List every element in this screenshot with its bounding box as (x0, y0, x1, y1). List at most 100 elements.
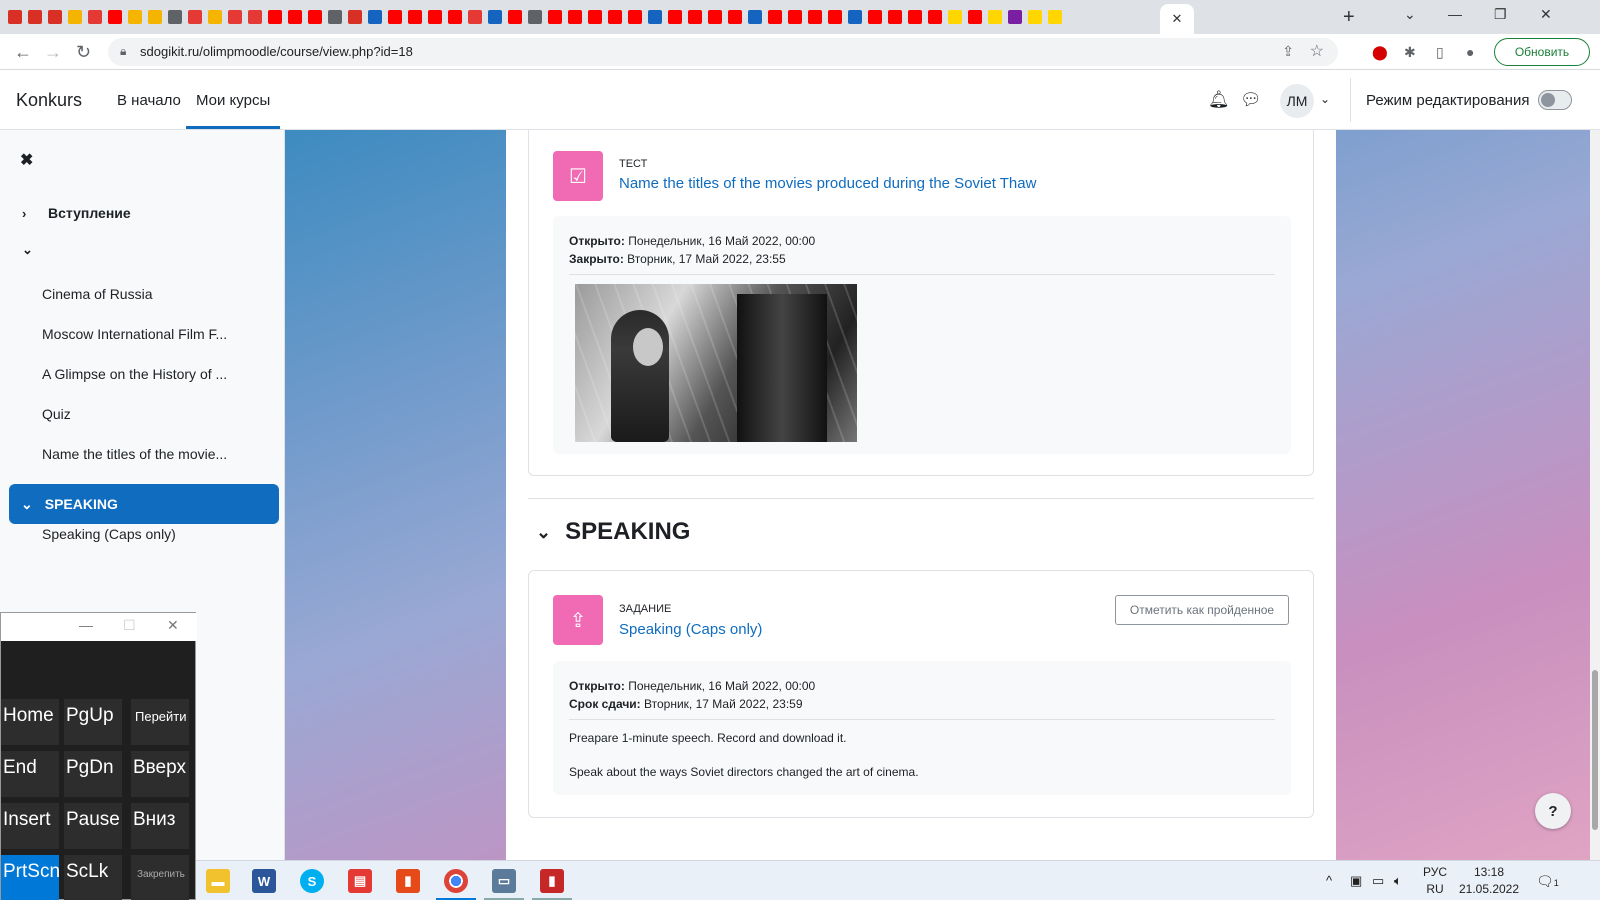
help-button[interactable]: ? (1535, 793, 1571, 829)
tab-favicon-18[interactable] (368, 10, 382, 24)
tab-favicon-1[interactable] (28, 10, 42, 24)
tab-favicon-13[interactable] (268, 10, 282, 24)
tab-favicon-44[interactable] (888, 10, 902, 24)
tab-favicon-35[interactable] (708, 10, 722, 24)
user-avatar[interactable]: ЛМ (1280, 84, 1314, 118)
notifications-icon[interactable]: 🗨︎1 (1536, 873, 1559, 890)
tab-favicon-8[interactable] (168, 10, 182, 24)
chrome-icon[interactable] (444, 869, 468, 893)
omnibox[interactable]: 🔒︎ sdogikit.ru/olimpmoodle/course/view.p… (108, 38, 1338, 66)
tab-favicon-22[interactable] (448, 10, 462, 24)
display-app-icon[interactable]: ▭ (492, 869, 516, 893)
tab-favicon-29[interactable] (588, 10, 602, 24)
opera-extension-icon[interactable]: ⬤ (1372, 44, 1388, 61)
minimize-icon[interactable]: — (79, 617, 93, 633)
pdf-app-icon[interactable]: ▮ (396, 869, 420, 893)
tray-overflow-icon[interactable]: ^ (1326, 873, 1332, 888)
tab-favicon-23[interactable] (468, 10, 482, 24)
tab-favicon-47[interactable] (948, 10, 962, 24)
tab-favicon-43[interactable] (868, 10, 882, 24)
tab-favicon-21[interactable] (428, 10, 442, 24)
osk-key[interactable]: Вверх (131, 751, 189, 797)
osk-key[interactable]: ScLk (64, 855, 122, 900)
input-language[interactable]: РУС RU (1418, 864, 1452, 898)
section-heading-speaking[interactable]: ⌄ SPEAKING (536, 518, 690, 546)
drawer-item-glimpse-history[interactable]: A Glimpse on the History of ... (42, 366, 227, 382)
tab-favicon-9[interactable] (188, 10, 202, 24)
file-explorer-icon[interactable]: ▬ (206, 869, 230, 893)
share-icon[interactable]: ⇪ (1282, 43, 1294, 60)
skype-icon[interactable]: S (300, 869, 324, 893)
tab-favicon-24[interactable] (488, 10, 502, 24)
tab-favicon-2[interactable] (48, 10, 62, 24)
tab-favicon-5[interactable] (108, 10, 122, 24)
chevron-down-icon[interactable]: ⌄ (1320, 92, 1330, 106)
tab-favicon-17[interactable] (348, 10, 362, 24)
tab-favicon-15[interactable] (308, 10, 322, 24)
tab-search-icon[interactable]: ⌄ (1404, 6, 1416, 23)
close-drawer-icon[interactable]: ✖ (20, 150, 33, 170)
osk-key[interactable]: PrtScn (1, 855, 60, 900)
activity-title-link[interactable]: Name the titles of the movies produced d… (619, 175, 1036, 192)
tab-favicon-11[interactable] (228, 10, 242, 24)
chevron-down-icon[interactable]: ⌄ (22, 242, 36, 258)
minimize-icon[interactable]: — (1448, 6, 1462, 22)
reload-icon[interactable]: ↻ (76, 42, 91, 63)
chevron-down-icon[interactable]: ⌄ (536, 522, 551, 543)
osk-key[interactable]: End (1, 751, 59, 797)
tab-favicon-32[interactable] (648, 10, 662, 24)
site-brand[interactable]: Konkurs (16, 90, 82, 111)
drawer-section-label[interactable]: Вступление (48, 205, 131, 221)
drawer-item-name-titles[interactable]: Name the titles of the movie... (42, 446, 227, 462)
bookmark-star-icon[interactable]: ☆ (1310, 41, 1324, 61)
forward-icon[interactable]: → (44, 42, 62, 63)
reader-app-icon[interactable]: ▤ (348, 869, 372, 893)
tab-favicon-33[interactable] (668, 10, 682, 24)
tab-favicon-31[interactable] (628, 10, 642, 24)
close-window-icon[interactable]: ✕ (1540, 6, 1552, 23)
tab-favicon-12[interactable] (248, 10, 262, 24)
drawer-section-collapsible[interactable]: ⌄ (22, 242, 48, 258)
tab-favicon-37[interactable] (748, 10, 762, 24)
url-text[interactable]: sdogikit.ru/olimpmoodle/course/view.php?… (140, 44, 413, 59)
osk-key[interactable]: Insert (1, 803, 59, 849)
osk-key[interactable]: Закрепить (131, 855, 189, 900)
drawer-item-speaking-caps[interactable]: Speaking (Caps only) (42, 526, 176, 542)
page-scrollbar[interactable] (1590, 130, 1600, 860)
drawer-item-quiz[interactable]: Quiz (42, 406, 71, 422)
drawer-item-moscow-festival[interactable]: Moscow International Film F... (42, 326, 227, 342)
tab-favicon-41[interactable] (828, 10, 842, 24)
tab-favicon-4[interactable] (88, 10, 102, 24)
tab-favicon-3[interactable] (68, 10, 82, 24)
tab-favicon-49[interactable] (988, 10, 1002, 24)
osk-key[interactable]: Вниз (131, 803, 189, 849)
osk-key[interactable]: Pause (64, 803, 122, 849)
tab-favicon-0[interactable] (8, 10, 22, 24)
tab-favicons[interactable] (0, 10, 1062, 24)
close-tab-icon[interactable]: ✕ (1172, 11, 1183, 27)
tab-favicon-36[interactable] (728, 10, 742, 24)
chevron-down-icon[interactable]: ⌄ (21, 496, 33, 513)
book-app-icon[interactable]: ▮ (540, 869, 564, 893)
drawer-item-cinema-of-russia[interactable]: Cinema of Russia (42, 286, 153, 302)
tab-favicon-40[interactable] (808, 10, 822, 24)
tab-favicon-30[interactable] (608, 10, 622, 24)
drawer-section-label[interactable]: SPEAKING (45, 496, 118, 512)
tab-favicon-45[interactable] (908, 10, 922, 24)
maximize-icon[interactable]: ☐ (123, 617, 136, 634)
tab-favicon-48[interactable] (968, 10, 982, 24)
tab-favicon-50[interactable] (1008, 10, 1022, 24)
tab-favicon-51[interactable] (1028, 10, 1042, 24)
extensions-puzzle-icon[interactable]: ✱ (1404, 44, 1416, 61)
tab-favicon-34[interactable] (688, 10, 702, 24)
tray-device-icon[interactable]: ▣ (1350, 873, 1362, 889)
tab-favicon-16[interactable] (328, 10, 342, 24)
drawer-section-speaking[interactable]: ⌄ SPEAKING (9, 484, 279, 524)
active-tab[interactable]: ✕ (1160, 4, 1194, 34)
tab-favicon-25[interactable] (508, 10, 522, 24)
battery-icon[interactable]: ▭ (1372, 873, 1384, 889)
close-icon[interactable]: ✕ (167, 617, 179, 634)
drawer-section-intro[interactable]: › Вступление (22, 205, 131, 221)
tab-favicon-7[interactable] (148, 10, 162, 24)
osk-key[interactable]: Перейти (131, 699, 189, 745)
